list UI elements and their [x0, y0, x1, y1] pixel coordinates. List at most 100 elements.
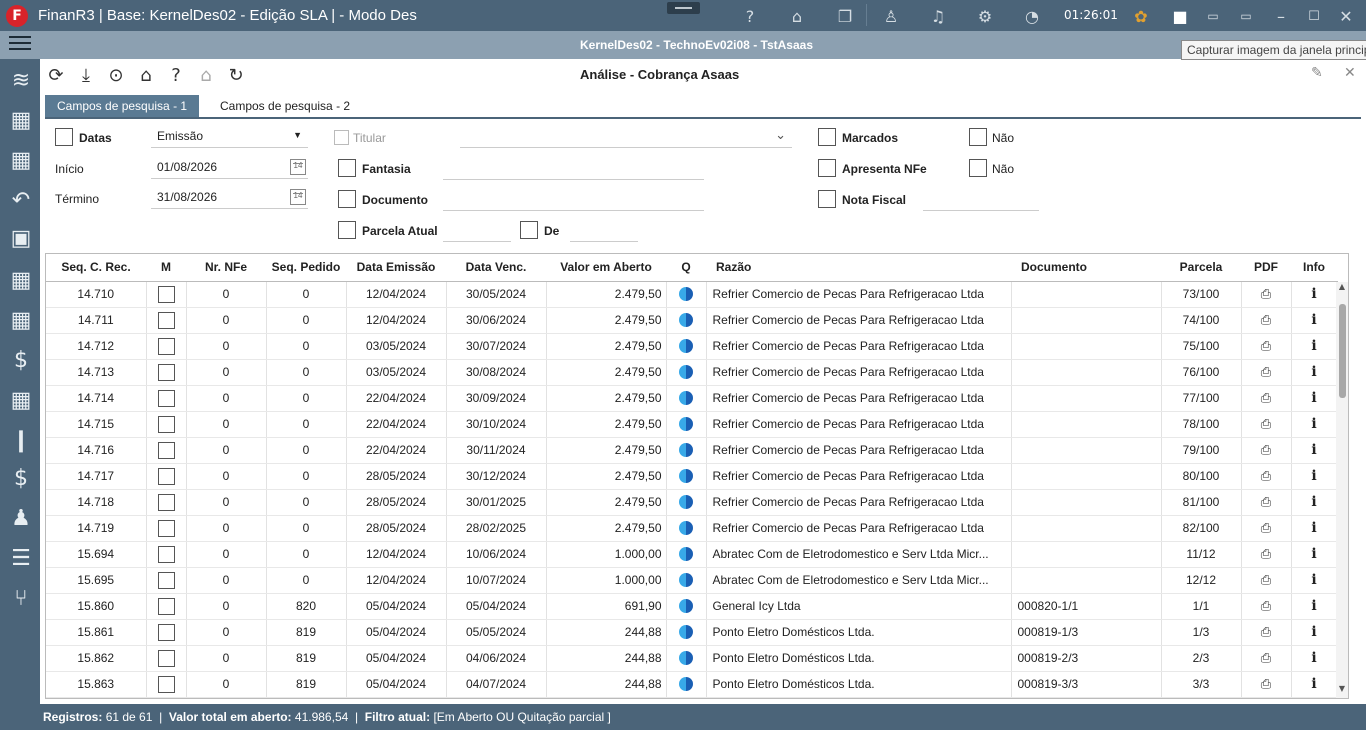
- de-input[interactable]: [570, 220, 638, 242]
- calc-add-icon[interactable]: ▦: [4, 103, 38, 137]
- column-header[interactable]: Info: [1291, 254, 1337, 282]
- table-row[interactable]: 14.718 0 0 28/05/2024 30/01/2025 2.479,50 Refr…: [46, 489, 1338, 516]
- titular-checkbox[interactable]: [334, 130, 349, 145]
- column-header[interactable]: Data Venc.: [446, 254, 546, 282]
- calc-filter-icon[interactable]: ▦: [4, 383, 38, 417]
- info-icon[interactable]: i: [1311, 546, 1316, 562]
- column-header[interactable]: Data Emissão: [346, 254, 446, 282]
- row-checkbox[interactable]: [157, 675, 175, 693]
- nota-fiscal-checkbox[interactable]: [818, 190, 836, 208]
- printer-icon[interactable]: ⎙: [1261, 650, 1271, 666]
- row-checkbox[interactable]: [157, 363, 175, 381]
- help-icon[interactable]: ?: [739, 5, 761, 27]
- fantasia-checkbox[interactable]: [338, 159, 356, 177]
- printer-icon[interactable]: ⎙: [1261, 624, 1271, 640]
- column-header[interactable]: Valor em Aberto: [546, 254, 666, 282]
- camera-icon[interactable]: ■: [1169, 5, 1191, 27]
- row-checkbox[interactable]: [157, 519, 175, 537]
- maximize-icon[interactable]: ☐: [1303, 5, 1325, 27]
- scroll-down-icon[interactable]: ▼: [1336, 684, 1348, 698]
- screen-icon[interactable]: ▭: [1202, 5, 1224, 27]
- printer-icon[interactable]: ⎙: [1261, 312, 1271, 328]
- dollar-filter-2-icon[interactable]: $: [4, 461, 38, 495]
- row-checkbox[interactable]: [157, 649, 175, 667]
- tab-campos-2[interactable]: Campos de pesquisa - 2: [208, 95, 362, 117]
- table-row[interactable]: 14.711 0 0 12/04/2024 30/06/2024 2.479,50 Refr…: [46, 307, 1338, 334]
- row-checkbox[interactable]: [157, 623, 175, 641]
- signal-icon[interactable]: ❙: [4, 423, 38, 457]
- users-icon[interactable]: ♟: [4, 501, 38, 535]
- printer-icon[interactable]: ⎙: [1261, 572, 1271, 588]
- nao-1-checkbox[interactable]: [969, 128, 987, 146]
- calc-remove-2-icon[interactable]: ▦: [4, 303, 38, 337]
- home-icon[interactable]: ⌂: [134, 63, 158, 87]
- parcela-checkbox[interactable]: [338, 221, 356, 239]
- chat-icon[interactable]: ◔: [1021, 5, 1043, 27]
- row-checkbox[interactable]: [157, 389, 175, 407]
- table-row[interactable]: 14.710 0 0 12/04/2024 30/05/2024 2.479,50 Refr…: [46, 281, 1338, 308]
- info-icon[interactable]: i: [1311, 572, 1316, 588]
- gear-icon[interactable]: ⚙: [974, 5, 996, 27]
- documento-checkbox[interactable]: [338, 190, 356, 208]
- info-icon[interactable]: i: [1311, 624, 1316, 640]
- info-icon[interactable]: i: [1311, 364, 1316, 380]
- pin-icon[interactable]: ✎: [1311, 65, 1323, 81]
- column-header[interactable]: Q: [666, 254, 706, 282]
- column-header[interactable]: Nr. NFe: [186, 254, 266, 282]
- column-header[interactable]: Seq. C. Rec.: [46, 254, 146, 282]
- vertical-scrollbar[interactable]: ▲ ▼: [1336, 282, 1348, 698]
- marcados-checkbox[interactable]: [818, 128, 836, 146]
- inicio-input[interactable]: 01/08/2026 14: [151, 157, 308, 179]
- calendar-icon[interactable]: 14: [290, 159, 306, 175]
- termino-input[interactable]: 31/08/2026 14: [151, 187, 308, 209]
- table-row[interactable]: 15.860 0 820 05/04/2024 05/04/2024 691,90 Gene…: [46, 593, 1338, 620]
- printer-icon[interactable]: ⎙: [1261, 494, 1271, 510]
- row-checkbox[interactable]: [157, 285, 175, 303]
- undo-icon[interactable]: ↶: [4, 183, 38, 217]
- parcela-input[interactable]: [443, 220, 511, 242]
- color-wheel-icon[interactable]: ✿: [1130, 5, 1152, 27]
- printer-icon[interactable]: ⎙: [1261, 364, 1271, 380]
- close-icon[interactable]: ✕: [1344, 65, 1356, 81]
- date-type-select[interactable]: Emissão ▼: [151, 126, 308, 148]
- scroll-up-icon[interactable]: ▲: [1336, 282, 1348, 296]
- info-icon[interactable]: i: [1311, 676, 1316, 692]
- printer-icon[interactable]: ⎙: [1261, 338, 1271, 354]
- tab-campos-1[interactable]: Campos de pesquisa - 1: [45, 95, 200, 117]
- info-icon[interactable]: i: [1311, 468, 1316, 484]
- windows-icon[interactable]: ❐: [834, 5, 856, 27]
- fantasia-input[interactable]: [443, 158, 704, 180]
- info-icon[interactable]: i: [1311, 286, 1316, 302]
- printer-icon[interactable]: ⎙: [1261, 468, 1271, 484]
- table-row[interactable]: 14.713 0 0 03/05/2024 30/08/2024 2.479,50 Refr…: [46, 359, 1338, 386]
- table-row[interactable]: 15.863 0 819 05/04/2024 04/07/2024 244,88 Pont…: [46, 671, 1338, 698]
- calc-remove-icon[interactable]: ▦: [4, 143, 38, 177]
- table-row[interactable]: 14.716 0 0 22/04/2024 30/11/2024 2.479,50 Refr…: [46, 437, 1338, 464]
- row-checkbox[interactable]: [157, 311, 175, 329]
- table-row[interactable]: 15.862 0 819 05/04/2024 04/06/2024 244,88 Pont…: [46, 645, 1338, 672]
- printer-icon[interactable]: ⎙: [1261, 416, 1271, 432]
- row-checkbox[interactable]: [157, 467, 175, 485]
- table-row[interactable]: 15.861 0 819 05/04/2024 05/05/2024 244,88 Pont…: [46, 619, 1338, 646]
- minimize-icon[interactable]: –: [1270, 5, 1292, 27]
- printer-icon[interactable]: ⎙: [1261, 520, 1271, 536]
- info-icon[interactable]: i: [1311, 442, 1316, 458]
- row-checkbox[interactable]: [157, 441, 175, 459]
- printer-icon[interactable]: ⎙: [1261, 286, 1271, 302]
- save-icon[interactable]: ▣: [4, 221, 38, 255]
- info-icon[interactable]: i: [1311, 338, 1316, 354]
- row-checkbox[interactable]: [157, 337, 175, 355]
- table-row[interactable]: 14.717 0 0 28/05/2024 30/12/2024 2.479,50 Refr…: [46, 463, 1338, 490]
- rotate-icon[interactable]: ↻: [224, 63, 248, 87]
- calendar-icon[interactable]: 14: [290, 189, 306, 205]
- column-header[interactable]: PDF: [1241, 254, 1291, 282]
- table-row[interactable]: 15.695 0 0 12/04/2024 10/07/2024 1.000,00 Abra…: [46, 567, 1338, 594]
- documento-input[interactable]: [443, 189, 704, 211]
- column-header[interactable]: Seq. Pedido: [266, 254, 346, 282]
- info-icon[interactable]: i: [1311, 390, 1316, 406]
- table-row[interactable]: 14.715 0 0 22/04/2024 30/10/2024 2.479,50 Refr…: [46, 411, 1338, 438]
- row-checkbox[interactable]: [157, 545, 175, 563]
- hamburger-menu-icon[interactable]: [9, 36, 31, 54]
- column-header[interactable]: Razão: [706, 254, 1011, 282]
- help-icon[interactable]: ?: [164, 63, 188, 87]
